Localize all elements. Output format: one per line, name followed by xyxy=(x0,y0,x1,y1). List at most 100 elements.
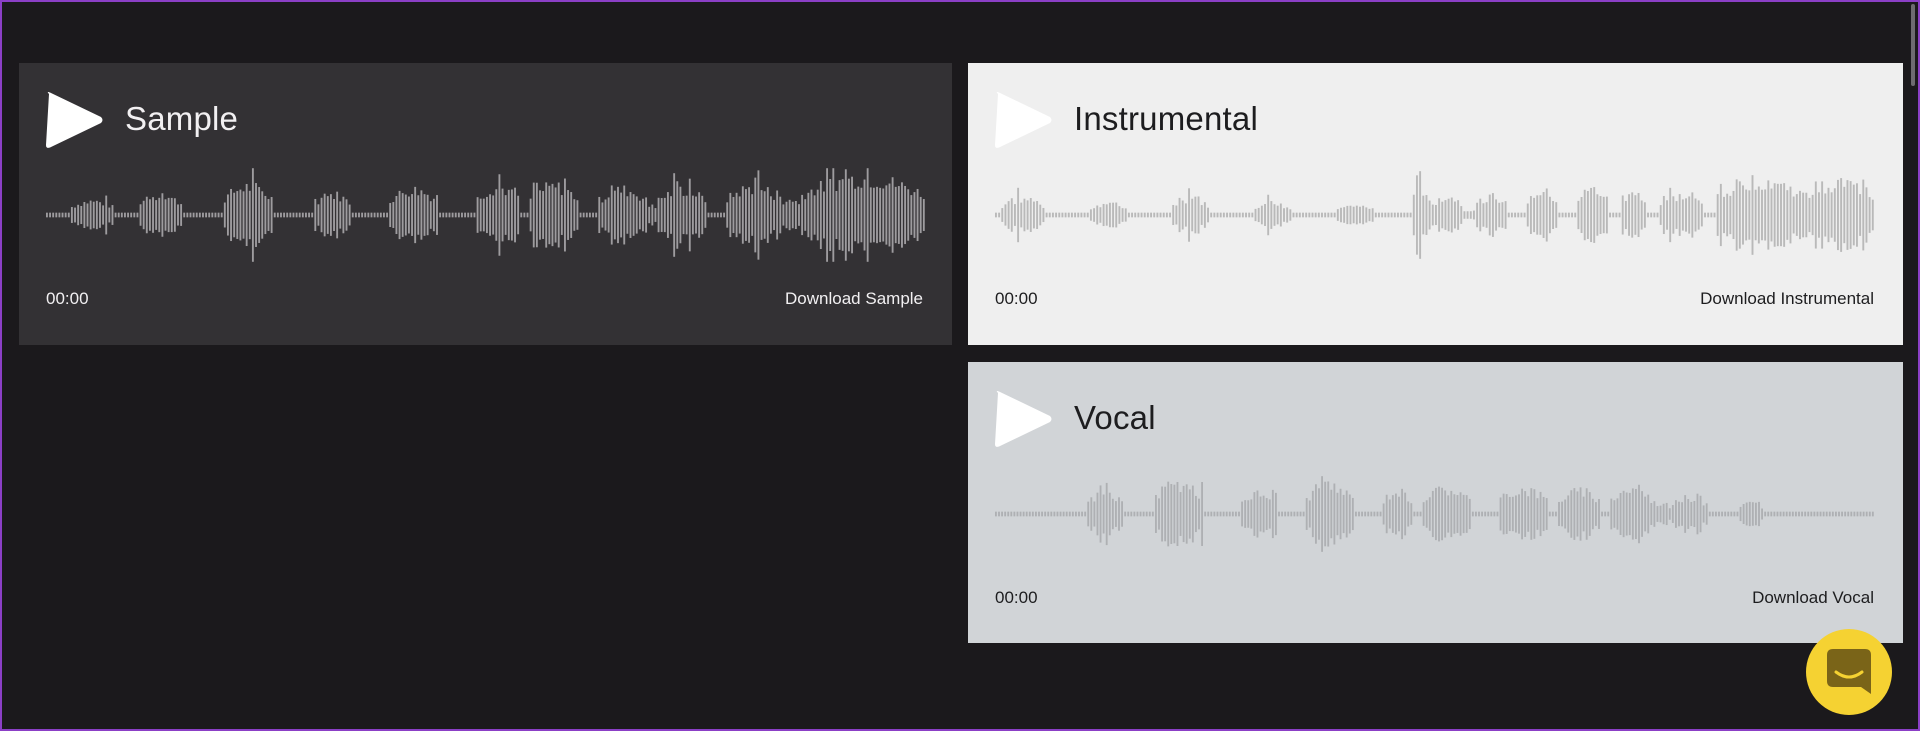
waveform-bar xyxy=(1124,208,1127,222)
waveform-bar xyxy=(358,212,360,218)
waveform-bar xyxy=(863,179,866,251)
waveform-bar xyxy=(1571,212,1574,218)
waveform-bar xyxy=(910,195,913,235)
waveform-bar xyxy=(1203,202,1206,228)
waveform-bar xyxy=(1601,511,1603,517)
waveform-bar xyxy=(1804,511,1807,517)
waveform-bar xyxy=(1251,212,1254,218)
waveform-bar xyxy=(1745,189,1748,241)
waveform-bar xyxy=(323,193,326,237)
download-sample-link[interactable]: Download Sample xyxy=(785,289,923,309)
waveform-bar xyxy=(286,212,289,218)
waveform-bar xyxy=(1387,212,1390,218)
waveform-bar xyxy=(1469,211,1472,219)
waveform-bar xyxy=(1169,212,1171,218)
waveform-bar xyxy=(1811,194,1814,236)
waveform-bar xyxy=(127,212,129,218)
waveform[interactable] xyxy=(995,462,1875,566)
waveform-bar xyxy=(1530,488,1533,540)
waveform-bar xyxy=(510,189,513,241)
waveform-bar xyxy=(1093,208,1096,222)
play-icon[interactable] xyxy=(995,390,1053,448)
waveform-bar xyxy=(351,212,354,218)
waveform-bar xyxy=(1308,212,1311,218)
download-instrumental-link[interactable]: Download Instrumental xyxy=(1700,289,1874,309)
waveform-bar xyxy=(1438,198,1441,232)
waveform-bar xyxy=(1051,212,1054,218)
waveform-bar xyxy=(810,189,813,241)
waveform-bar xyxy=(1726,193,1729,237)
waveform-bar xyxy=(1004,511,1007,517)
chat-button[interactable] xyxy=(1806,629,1892,715)
waveform-bar xyxy=(105,195,108,235)
waveform-bar xyxy=(1799,190,1801,240)
waveform-bar xyxy=(1068,511,1071,517)
waveform-bar xyxy=(180,204,183,226)
download-vocal-link[interactable]: Download Vocal xyxy=(1752,588,1874,608)
waveform-bar xyxy=(1207,207,1209,223)
waveform-bar xyxy=(261,191,264,239)
waveform-bar xyxy=(726,202,729,228)
waveform-bar xyxy=(1121,208,1124,222)
waveform-bar xyxy=(1324,481,1327,547)
waveform-bar xyxy=(514,187,516,243)
waveform-bar xyxy=(1721,511,1723,517)
waveform-bar xyxy=(1638,484,1640,544)
waveform-bar xyxy=(1517,212,1520,218)
waveform-bar xyxy=(370,212,373,218)
waveform-bar xyxy=(1102,203,1105,227)
waveform-bar xyxy=(1699,495,1702,533)
waveform-bar xyxy=(735,192,738,238)
waveform-bar xyxy=(1798,511,1800,517)
waveform-bar xyxy=(436,195,438,235)
waveform-bar xyxy=(1143,212,1146,218)
waveform-bar xyxy=(1150,212,1153,218)
waveform-bar xyxy=(1631,192,1634,238)
waveform-bar xyxy=(454,212,457,218)
waveform-bar xyxy=(245,183,248,247)
waveform-bar xyxy=(1428,200,1431,230)
current-time: 00:00 xyxy=(46,289,89,308)
waveform-bar xyxy=(451,212,454,218)
waveform-bar xyxy=(1062,511,1065,517)
waveform-bar xyxy=(67,212,70,218)
waveform-bar xyxy=(117,212,120,218)
waveform-bar xyxy=(1197,196,1200,234)
waveform-bar xyxy=(1241,501,1243,527)
waveform-bar xyxy=(1262,495,1265,533)
waveform-bar xyxy=(1299,511,1302,517)
play-icon[interactable] xyxy=(46,91,104,149)
waveform[interactable] xyxy=(46,163,926,267)
waveform-bar xyxy=(1738,181,1741,249)
waveform-bar xyxy=(570,192,573,238)
waveform-bar xyxy=(342,196,345,234)
waveform-bar xyxy=(585,212,588,218)
waveform-bar xyxy=(1643,202,1646,228)
waveform-bar xyxy=(99,202,101,228)
waveform-bar xyxy=(173,198,176,232)
waveform-bar xyxy=(1016,511,1019,517)
waveform-bar xyxy=(1564,212,1567,218)
scrollbar[interactable] xyxy=(1911,4,1915,86)
waveform-bar xyxy=(423,194,426,236)
waveform-bar xyxy=(1570,490,1573,538)
waveform-bar xyxy=(769,196,772,234)
waveform-bar xyxy=(1828,511,1831,517)
waveform-bar xyxy=(995,511,997,517)
waveform-bar xyxy=(1555,511,1557,517)
play-icon[interactable] xyxy=(995,91,1053,149)
waveform-bar xyxy=(897,186,900,244)
waveform-bar xyxy=(813,195,816,235)
waveform-bar xyxy=(1835,511,1837,517)
waveform-bar xyxy=(1305,212,1308,218)
waveform-bar xyxy=(1656,506,1659,522)
waveform[interactable] xyxy=(995,163,1875,267)
waveform-bar xyxy=(1048,212,1051,218)
waveform-bar xyxy=(120,212,123,218)
waveform-bar xyxy=(1367,511,1370,517)
waveform-bar xyxy=(1838,511,1840,517)
waveform-bar xyxy=(1539,491,1542,537)
waveform-bar xyxy=(882,188,885,242)
waveform-bar xyxy=(1825,511,1828,517)
waveform-bar xyxy=(86,203,89,227)
